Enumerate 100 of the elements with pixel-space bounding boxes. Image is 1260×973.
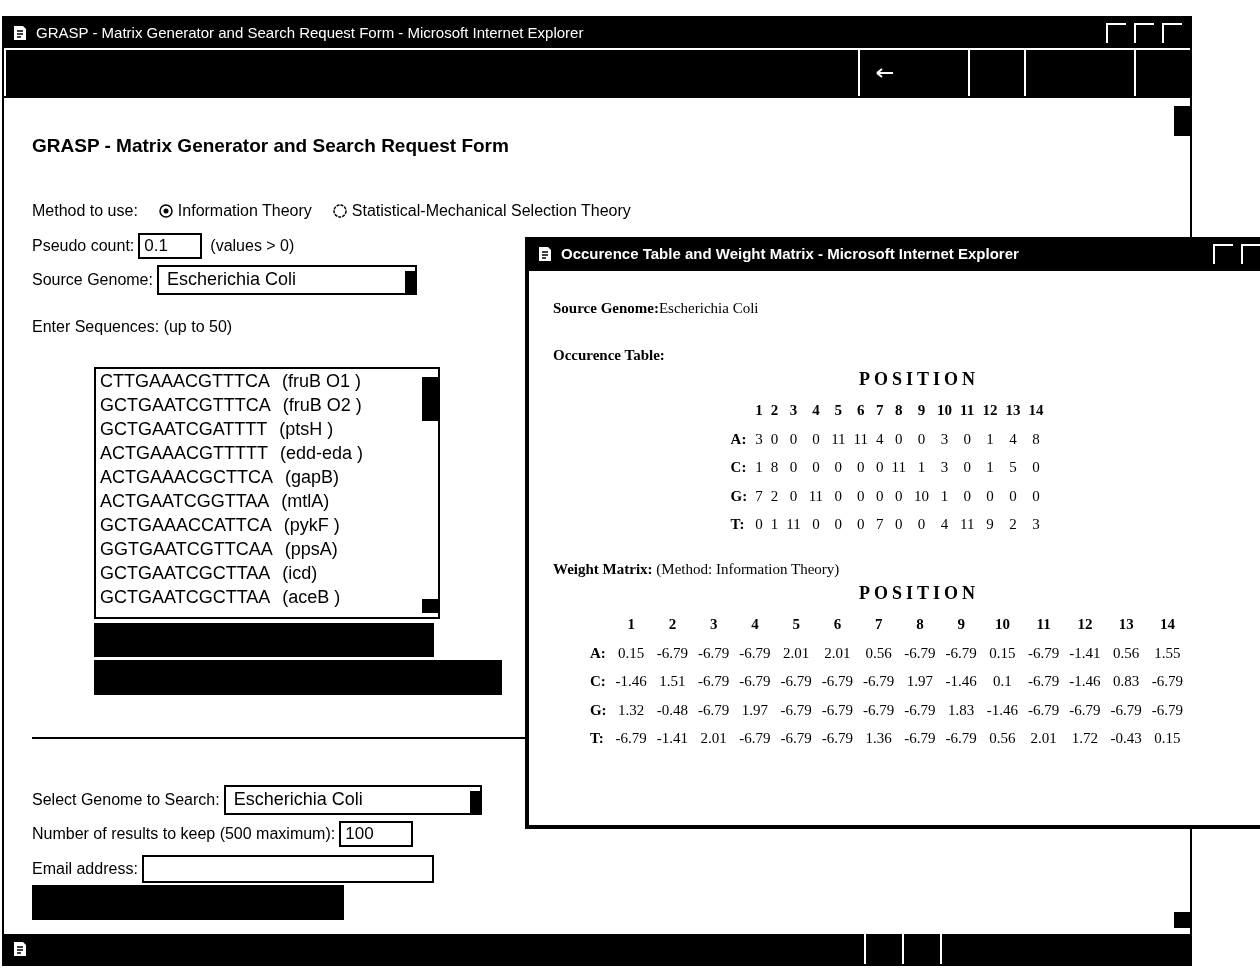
table-cell-text: 0 xyxy=(894,429,904,449)
table-cell-text: 1.55 xyxy=(1153,643,1182,663)
row-label: T: xyxy=(589,729,605,748)
table-cell-text: 8 xyxy=(1031,429,1041,449)
sequence-text: ACTGAAACGCTTCA xyxy=(100,465,273,489)
column-header: 8 xyxy=(915,615,925,634)
radio-label: Statistical-Mechanical Selection Theory xyxy=(351,200,631,221)
field-hint: (values > 0) xyxy=(210,235,295,256)
table-cell-text: -6.79 xyxy=(779,729,813,748)
table-cell-text: -1.46 xyxy=(1068,672,1102,691)
table-cell-text: 0 xyxy=(894,486,904,506)
field-label: Number of results to keep (500 maximum): xyxy=(32,823,336,844)
row-label: G: xyxy=(730,486,749,506)
sequence-name: (edd-eda ) xyxy=(280,441,364,465)
table-cell-text: 1 xyxy=(985,458,995,477)
table-cell-text: -6.79 xyxy=(903,700,937,720)
table-cell-text: 0 xyxy=(875,486,885,506)
field-label: Email address: xyxy=(32,858,138,879)
field-label: Enter Sequences: (up to 50) xyxy=(32,316,234,337)
table-cell-text: -6.79 xyxy=(738,643,772,663)
column-header: 7 xyxy=(875,401,885,420)
table-cell-text: 2 xyxy=(769,486,780,506)
column-header: 11 xyxy=(1035,615,1052,634)
table-cell-text: 0 xyxy=(962,458,972,477)
column-header: 1 xyxy=(754,401,764,420)
column-header: 14 xyxy=(1027,401,1045,420)
table-cell-text: 1.32 xyxy=(617,700,646,720)
table-cell-text: 3 xyxy=(939,458,950,477)
column-header: 5 xyxy=(791,615,801,634)
table-cell-text: -6.79 xyxy=(903,729,937,748)
table-cell-text: 0 xyxy=(856,458,866,477)
table-cell-text: 4 xyxy=(939,515,950,534)
table-cell-text: 0 xyxy=(894,515,904,534)
table-cell-text: -6.79 xyxy=(862,700,896,720)
table-cell-text: -6.79 xyxy=(820,729,855,748)
table-cell-text: 3 xyxy=(939,429,950,449)
table-cell-text: 0.1 xyxy=(992,672,1013,691)
sequence-text: GCTGAATCGATTTT xyxy=(100,417,268,441)
table-cell-text: 1.72 xyxy=(1070,729,1100,748)
column-header: 11 xyxy=(959,401,976,420)
table-cell-text: 3 xyxy=(1031,515,1041,534)
table-cell-text: -6.79 xyxy=(1027,700,1061,720)
table-cell-text: 0 xyxy=(856,515,866,534)
table-cell-text: 0 xyxy=(916,515,927,534)
radio-label: Information Theory xyxy=(177,200,312,221)
table-cell-text: 4 xyxy=(1008,429,1018,449)
table-cell-text: 0 xyxy=(811,458,821,477)
table-cell-text: 0 xyxy=(856,486,866,506)
row-label: C: xyxy=(730,458,748,477)
column-header: 6 xyxy=(832,615,843,634)
column-header: 10 xyxy=(993,615,1011,634)
table-header: POSITION xyxy=(859,368,979,391)
table-cell-text: -6.79 xyxy=(1150,700,1185,720)
sequence-name: (gapB) xyxy=(285,465,340,489)
table-cell-text: -6.79 xyxy=(779,672,813,691)
table-cell-text: 0 xyxy=(788,486,799,506)
table-cell-text: -6.79 xyxy=(1150,672,1185,691)
sequence-text: CTTGAAACGTTTCA xyxy=(100,369,270,393)
table-cell-text: -6.79 xyxy=(697,672,731,691)
table-cell-text: 0 xyxy=(962,429,972,449)
table-cell-text: 0.56 xyxy=(1112,643,1141,663)
sequence-text: GCTGAATCGCTTAA xyxy=(100,585,271,609)
column-header: 9 xyxy=(916,401,927,420)
sequence-name: (ptsH ) xyxy=(279,417,334,441)
table-cell-text: 0 xyxy=(875,458,885,477)
column-header: 2 xyxy=(667,615,678,634)
table-cell-text: 7 xyxy=(754,486,764,506)
window-title: GRASP - Matrix Generator and Search Request Form - Microsoft Internet Explorer xyxy=(36,22,584,43)
sequence-text: ACTGAAACGTTTTT xyxy=(100,441,268,465)
table-cell-text: -1.46 xyxy=(944,672,978,691)
table-cell-text: -6.79 xyxy=(903,643,937,663)
sequence-text: ACTGAATCGGTTAA xyxy=(100,489,270,513)
field-label: Source Genome: xyxy=(32,269,153,290)
field-label: Pseudo count: xyxy=(32,235,135,256)
column-header: 10 xyxy=(936,401,953,420)
table-cell-text: 0.15 xyxy=(617,643,646,663)
table-cell-text: 11 xyxy=(890,458,907,477)
table-cell-text: 10 xyxy=(913,486,930,506)
column-header: 4 xyxy=(750,615,760,634)
column-header: 7 xyxy=(873,615,884,634)
table-cell-text: -6.79 xyxy=(1027,643,1061,663)
sequence-name: (pykF ) xyxy=(283,513,340,537)
table-cell-text: 0.56 xyxy=(988,729,1017,748)
table-cell-text: 9 xyxy=(985,515,995,534)
table-cell-text: 2 xyxy=(1008,515,1018,534)
table-cell-text: 0 xyxy=(1031,458,1041,477)
table-cell-text: 11 xyxy=(959,515,976,534)
table-cell-text: 0.56 xyxy=(864,643,893,663)
table-header: POSITION xyxy=(859,582,979,605)
table-cell-text: -6.79 xyxy=(738,672,772,691)
table-cell-text: 2.01 xyxy=(782,643,811,663)
table-cell-text: -1.41 xyxy=(655,729,690,748)
sequence-name: (fruB O1 ) xyxy=(282,369,361,393)
table-cell-text: 1.51 xyxy=(658,672,687,691)
table-cell-text: 0 xyxy=(769,429,780,449)
page-heading: GRASP - Matrix Generator and Search Request Form xyxy=(32,134,510,158)
table-cell-text: 0 xyxy=(833,486,844,506)
sequence-name: (mtlA) xyxy=(281,489,330,513)
table-cell-text: -6.79 xyxy=(944,729,978,748)
row-label: C: xyxy=(589,672,607,691)
